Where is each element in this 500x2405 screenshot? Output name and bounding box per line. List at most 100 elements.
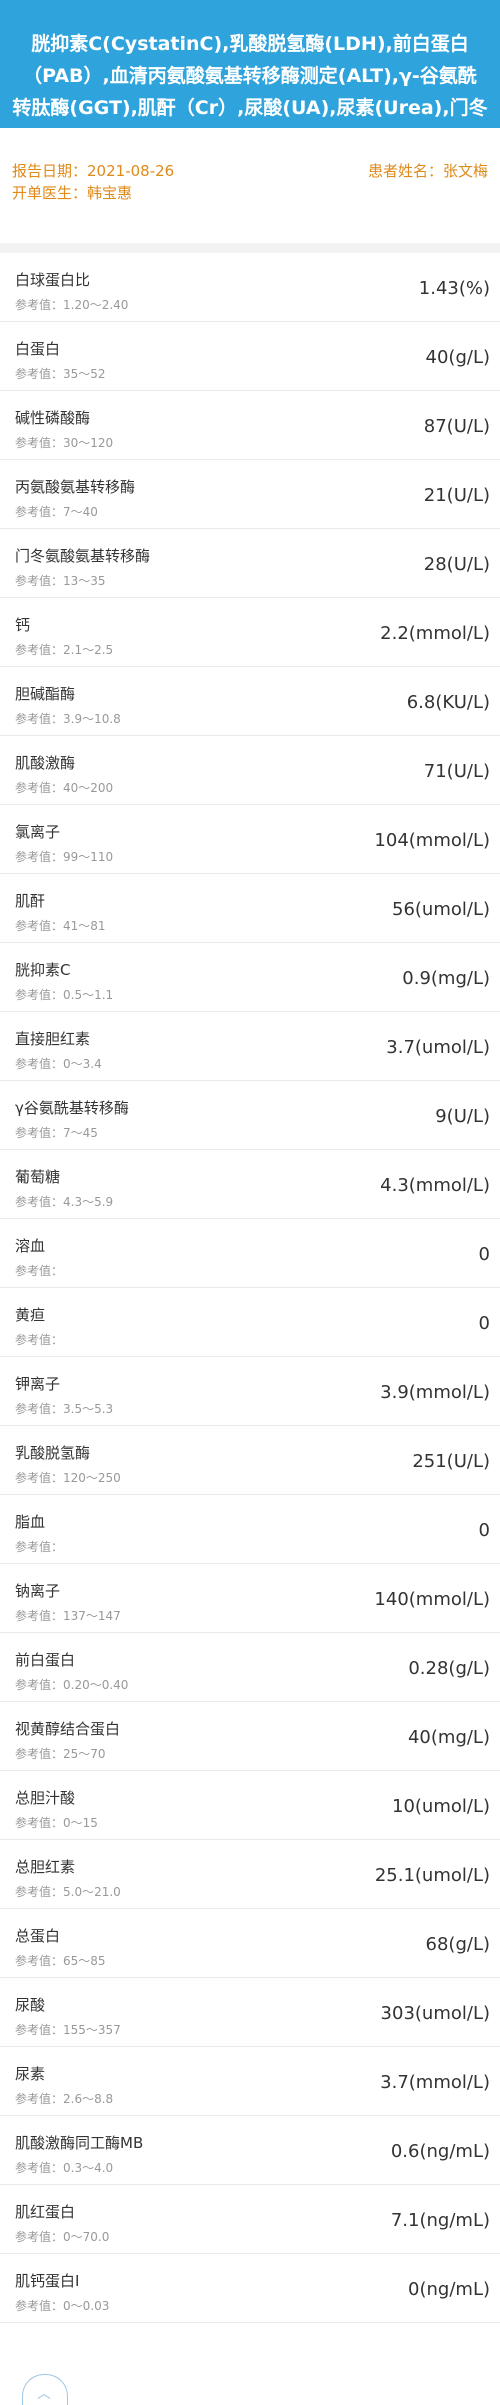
result-row: 前白蛋白 参考值：0.20～0.40 0.28(g/L) bbox=[0, 1633, 500, 1702]
result-value: 28(U/L) bbox=[423, 554, 490, 575]
result-value: 0 bbox=[478, 1520, 490, 1541]
result-row: 白球蛋白比参考值：1.20～2.40 1.43(%) bbox=[0, 253, 500, 322]
result-name: 尿素 bbox=[15, 2065, 46, 2083]
result-name: 总胆红素 bbox=[15, 1858, 76, 1876]
result-name: 视黄醇结合蛋白 bbox=[15, 1720, 121, 1738]
result-row: 碱性磷酸酶参考值：30～120 87(U/L) bbox=[0, 391, 500, 460]
report-header: 胱抑素C(CystatinC),乳酸脱氢酶(LDH),前白蛋白 （PAB）,血清… bbox=[0, 0, 500, 179]
result-reference: 参考值：3.5～5.3 bbox=[15, 1402, 114, 1416]
result-value: 21(U/L) bbox=[423, 485, 490, 506]
result-name: 丙氨酸氨基转移酶 bbox=[15, 478, 136, 496]
result-name: 胆碱酯酶 bbox=[15, 685, 76, 703]
result-value: 9(U/L) bbox=[435, 1106, 490, 1127]
result-name: γ谷氨酰基转移酶 bbox=[15, 1099, 129, 1117]
result-value: 3.7(umol/L) bbox=[386, 1037, 490, 1058]
result-value: 0.9(mg/L) bbox=[402, 968, 490, 989]
result-row: 丙氨酸氨基转移酶参考值：7～40 21(U/L) bbox=[0, 460, 500, 529]
result-row: 肌红蛋白 参考值：0～70.0 7.1(ng/mL) bbox=[0, 2185, 500, 2254]
result-reference: 参考值：2.1～2.5 bbox=[15, 643, 114, 657]
result-name: 肌酸激酶 bbox=[15, 754, 76, 772]
result-value: 3.9(mmol/L) bbox=[380, 1382, 490, 1403]
result-row: 溶血参考值： 0 bbox=[0, 1219, 500, 1288]
meta-row-1: 报告日期：2021-08-26 患者姓名：张文梅 bbox=[12, 160, 488, 182]
result-name: 脂血 bbox=[15, 1513, 46, 1531]
result-reference: 参考值：41～81 bbox=[15, 919, 106, 933]
result-row: 胱抑素C 参考值：0.5～1.1 0.9(mg/L) bbox=[0, 943, 500, 1012]
result-reference: 参考值：4.3～5.9 bbox=[15, 1195, 114, 1209]
patient-name-label: 患者姓名： bbox=[367, 162, 443, 180]
result-reference: 参考值：0.20～0.40 bbox=[15, 1678, 129, 1692]
result-value: 40(g/L) bbox=[425, 347, 490, 368]
result-reference: 参考值：35～52 bbox=[15, 367, 106, 381]
result-name: 黄疸 bbox=[15, 1306, 46, 1324]
section-divider bbox=[0, 243, 500, 253]
result-row: 总胆汁酸 参考值：0～15 10(umol/L) bbox=[0, 1771, 500, 1840]
result-reference: 参考值：0～15 bbox=[15, 1816, 98, 1830]
result-name: 碱性磷酸酶 bbox=[15, 409, 91, 427]
result-value: 0 bbox=[478, 1313, 490, 1334]
chevron-up-icon: ︿ bbox=[37, 2386, 51, 2402]
result-name: 葡萄糖 bbox=[15, 1168, 61, 1186]
result-value: 0 bbox=[478, 1244, 490, 1265]
result-row: 肌酐 参考值：41～81 56(umol/L) bbox=[0, 874, 500, 943]
result-row: 氯离子参考值：99～110 104(mmol/L) bbox=[0, 805, 500, 874]
result-reference: 参考值： bbox=[15, 1264, 64, 1278]
result-reference: 参考值：0～3.4 bbox=[15, 1057, 102, 1071]
result-value: 140(mmol/L) bbox=[374, 1589, 490, 1610]
result-row: γ谷氨酰基转移酶参考值：7～45 9(U/L) bbox=[0, 1081, 500, 1150]
result-name: 尿酸 bbox=[15, 1996, 46, 2014]
result-reference: 参考值：2.6～8.8 bbox=[15, 2092, 114, 2106]
result-row: 钾离子 参考值：3.5～5.3 3.9(mmol/L) bbox=[0, 1357, 500, 1426]
patient-name: 患者姓名：张文梅 bbox=[368, 160, 488, 182]
result-row: 钙参考值：2.1～2.5 2.2(mmol/L) bbox=[0, 598, 500, 667]
result-row: 葡萄糖 参考值：4.3～5.9 4.3(mmol/L) bbox=[0, 1150, 500, 1219]
result-value: 1.43(%) bbox=[418, 278, 490, 299]
result-reference: 参考值：0.3～4.0 bbox=[15, 2161, 114, 2175]
result-value: 68(g/L) bbox=[425, 1934, 490, 1955]
result-reference: 参考值：7～45 bbox=[15, 1126, 98, 1140]
result-name: 溶血 bbox=[15, 1237, 46, 1255]
result-name: 总蛋白 bbox=[15, 1927, 61, 1945]
result-value: 0.6(ng/mL) bbox=[390, 2141, 490, 2162]
result-reference: 参考值：99～110 bbox=[15, 850, 114, 864]
result-reference: 参考值：1.20～2.40 bbox=[15, 298, 129, 312]
result-reference: 参考值：65～85 bbox=[15, 1954, 106, 1968]
meta-row-2: 开单医生：韩宝惠 bbox=[12, 182, 488, 204]
result-name: 氯离子 bbox=[15, 823, 61, 841]
result-name: 白球蛋白比 bbox=[15, 271, 91, 289]
result-row: 胆碱酯酶 参考值：3.9～10.8 6.8(KU/L) bbox=[0, 667, 500, 736]
result-value: 3.7(mmol/L) bbox=[380, 2072, 490, 2093]
patient-name-value: 张文梅 bbox=[442, 162, 488, 180]
scroll-top-button[interactable]: ︿ bbox=[22, 2374, 68, 2405]
result-name: 总胆汁酸 bbox=[15, 1789, 76, 1807]
result-reference: 参考值： bbox=[15, 1540, 64, 1554]
result-name: 肌红蛋白 bbox=[15, 2203, 76, 2221]
result-row: 尿酸参考值：155～357 303(umol/L) bbox=[0, 1978, 500, 2047]
result-reference: 参考值：0～70.0 bbox=[15, 2230, 110, 2244]
result-value: 2.2(mmol/L) bbox=[380, 623, 490, 644]
result-row: 总胆红素参考值：5.0～21.0 25.1(umol/L) bbox=[0, 1840, 500, 1909]
result-reference: 参考值：120～250 bbox=[15, 1471, 121, 1485]
result-reference: 参考值：155～357 bbox=[15, 2023, 121, 2037]
result-value: 87(U/L) bbox=[423, 416, 490, 437]
result-name: 直接胆红素 bbox=[15, 1030, 91, 1048]
doctor-name: 开单医生：韩宝惠 bbox=[12, 182, 132, 204]
result-reference: 参考值：7～40 bbox=[15, 505, 98, 519]
result-name: 钙 bbox=[15, 616, 31, 634]
result-value: 303(umol/L) bbox=[380, 2003, 490, 2024]
result-name: 肌酸激酶同工酶MB bbox=[15, 2134, 144, 2152]
result-reference: 参考值：30～120 bbox=[15, 436, 114, 450]
result-reference: 参考值：13～35 bbox=[15, 574, 106, 588]
result-row: 肌钙蛋白I 参考值：0～0.03 0(ng/mL) bbox=[0, 2254, 500, 2323]
result-value: 104(mmol/L) bbox=[374, 830, 490, 851]
result-value: 0.28(g/L) bbox=[408, 1658, 490, 1679]
result-value: 71(U/L) bbox=[423, 761, 490, 782]
result-name: 肌钙蛋白I bbox=[15, 2272, 80, 2290]
result-name: 钠离子 bbox=[15, 1582, 61, 1600]
result-reference: 参考值：5.0～21.0 bbox=[15, 1885, 121, 1899]
result-name: 胱抑素C bbox=[15, 961, 71, 979]
result-reference: 参考值： bbox=[15, 1333, 64, 1347]
result-value: 25.1(umol/L) bbox=[374, 1865, 490, 1886]
result-row: 门冬氨酸氨基转移酶 参考值：13～35 28(U/L) bbox=[0, 529, 500, 598]
result-row: 总蛋白参考值：65～85 68(g/L) bbox=[0, 1909, 500, 1978]
